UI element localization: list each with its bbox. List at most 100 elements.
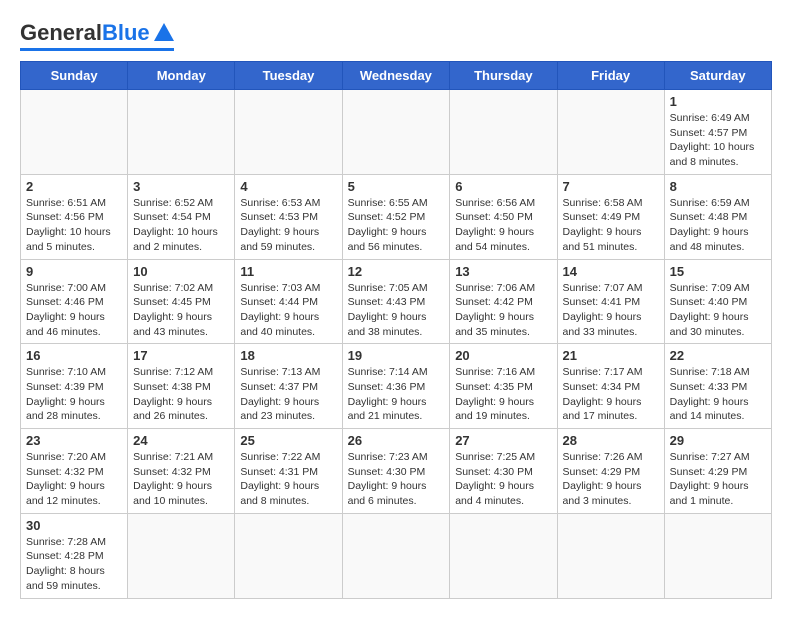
day-number: 8 [670, 179, 766, 194]
calendar-week-row: 30 Sunrise: 7:28 AM Sunset: 4:28 PM Dayli… [21, 513, 772, 598]
day-info: Sunrise: 6:59 AM Sunset: 4:48 PM Dayligh… [670, 196, 766, 255]
calendar-day-cell: 10 Sunrise: 7:02 AM Sunset: 4:45 PM Dayli… [128, 259, 235, 344]
day-number: 2 [26, 179, 122, 194]
calendar-day-cell: 15Sunrise: 7:09 AM Sunset: 4:40 PM Dayli… [664, 259, 771, 344]
calendar-day-cell: 2Sunrise: 6:51 AM Sunset: 4:56 PM Daylig… [21, 174, 128, 259]
calendar-day-cell [664, 513, 771, 598]
day-number: 24 [133, 433, 229, 448]
calendar-day-cell: 25Sunrise: 7:22 AM Sunset: 4:31 PM Dayli… [235, 429, 342, 514]
calendar-header-row: SundayMondayTuesdayWednesdayThursdayFrid… [21, 62, 772, 90]
day-info: Sunrise: 7:10 AM Sunset: 4:39 PM Dayligh… [26, 365, 122, 424]
day-info: Sunrise: 6:55 AM Sunset: 4:52 PM Dayligh… [348, 196, 445, 255]
calendar-week-row: 2Sunrise: 6:51 AM Sunset: 4:56 PM Daylig… [21, 174, 772, 259]
day-number: 1 [670, 94, 766, 109]
day-number: 18 [240, 348, 336, 363]
day-number: 28 [563, 433, 659, 448]
day-info: Sunrise: 7:02 AM Sunset: 4:45 PM Dayligh… [133, 281, 229, 340]
day-info: Sunrise: 7:09 AM Sunset: 4:40 PM Dayligh… [670, 281, 766, 340]
day-number: 12 [348, 264, 445, 279]
logo-general-text: General [20, 20, 102, 46]
calendar-day-cell: 1 Sunrise: 6:49 AM Sunset: 4:57 PM Daylig… [664, 90, 771, 175]
day-number: 17 [133, 348, 229, 363]
day-number: 30 [26, 518, 122, 533]
day-info: Sunrise: 7:06 AM Sunset: 4:42 PM Dayligh… [455, 281, 551, 340]
day-of-week-header: Thursday [450, 62, 557, 90]
calendar-day-cell: 6 Sunrise: 6:56 AM Sunset: 4:50 PM Daylig… [450, 174, 557, 259]
calendar-day-cell: 29Sunrise: 7:27 AM Sunset: 4:29 PM Dayli… [664, 429, 771, 514]
calendar-day-cell [128, 90, 235, 175]
calendar-day-cell [235, 90, 342, 175]
day-info: Sunrise: 6:53 AM Sunset: 4:53 PM Dayligh… [240, 196, 336, 255]
calendar-day-cell: 26Sunrise: 7:23 AM Sunset: 4:30 PM Dayli… [342, 429, 450, 514]
day-number: 21 [563, 348, 659, 363]
calendar-day-cell: 13Sunrise: 7:06 AM Sunset: 4:42 PM Dayli… [450, 259, 557, 344]
day-info: Sunrise: 7:12 AM Sunset: 4:38 PM Dayligh… [133, 365, 229, 424]
day-of-week-header: Tuesday [235, 62, 342, 90]
day-info: Sunrise: 7:03 AM Sunset: 4:44 PM Dayligh… [240, 281, 336, 340]
calendar-day-cell [342, 513, 450, 598]
calendar-day-cell: 7 Sunrise: 6:58 AM Sunset: 4:49 PM Daylig… [557, 174, 664, 259]
calendar-day-cell: 5 Sunrise: 6:55 AM Sunset: 4:52 PM Daylig… [342, 174, 450, 259]
day-number: 14 [563, 264, 659, 279]
calendar-day-cell: 9Sunrise: 7:00 AM Sunset: 4:46 PM Daylig… [21, 259, 128, 344]
day-number: 23 [26, 433, 122, 448]
day-number: 4 [240, 179, 336, 194]
calendar-day-cell [342, 90, 450, 175]
day-number: 19 [348, 348, 445, 363]
calendar-week-row: 1 Sunrise: 6:49 AM Sunset: 4:57 PM Daylig… [21, 90, 772, 175]
day-of-week-header: Monday [128, 62, 235, 90]
logo-blue-text: Blue [102, 20, 150, 46]
calendar-day-cell: 20Sunrise: 7:16 AM Sunset: 4:35 PM Dayli… [450, 344, 557, 429]
day-info: Sunrise: 7:27 AM Sunset: 4:29 PM Dayligh… [670, 450, 766, 509]
day-info: Sunrise: 7:21 AM Sunset: 4:32 PM Dayligh… [133, 450, 229, 509]
day-number: 27 [455, 433, 551, 448]
day-number: 22 [670, 348, 766, 363]
calendar-day-cell: 27 Sunrise: 7:25 AM Sunset: 4:30 PM Dayli… [450, 429, 557, 514]
day-info: Sunrise: 7:07 AM Sunset: 4:41 PM Dayligh… [563, 281, 659, 340]
calendar-day-cell: 23Sunrise: 7:20 AM Sunset: 4:32 PM Dayli… [21, 429, 128, 514]
logo: General Blue [20, 20, 174, 51]
day-of-week-header: Sunday [21, 62, 128, 90]
calendar-day-cell [450, 90, 557, 175]
calendar-day-cell [235, 513, 342, 598]
day-info: Sunrise: 7:14 AM Sunset: 4:36 PM Dayligh… [348, 365, 445, 424]
calendar-day-cell: 16 Sunrise: 7:10 AM Sunset: 4:39 PM Dayli… [21, 344, 128, 429]
day-info: Sunrise: 7:05 AM Sunset: 4:43 PM Dayligh… [348, 281, 445, 340]
calendar-day-cell [21, 90, 128, 175]
calendar-day-cell [557, 90, 664, 175]
day-number: 16 [26, 348, 122, 363]
day-of-week-header: Wednesday [342, 62, 450, 90]
calendar-day-cell: 11 Sunrise: 7:03 AM Sunset: 4:44 PM Dayli… [235, 259, 342, 344]
calendar-week-row: 16 Sunrise: 7:10 AM Sunset: 4:39 PM Dayli… [21, 344, 772, 429]
calendar-day-cell: 18 Sunrise: 7:13 AM Sunset: 4:37 PM Dayli… [235, 344, 342, 429]
day-info: Sunrise: 6:52 AM Sunset: 4:54 PM Dayligh… [133, 196, 229, 255]
calendar-day-cell: 19 Sunrise: 7:14 AM Sunset: 4:36 PM Dayli… [342, 344, 450, 429]
day-number: 26 [348, 433, 445, 448]
day-info: Sunrise: 7:25 AM Sunset: 4:30 PM Dayligh… [455, 450, 551, 509]
logo-underline [20, 48, 174, 51]
calendar-day-cell: 14 Sunrise: 7:07 AM Sunset: 4:41 PM Dayli… [557, 259, 664, 344]
day-info: Sunrise: 6:56 AM Sunset: 4:50 PM Dayligh… [455, 196, 551, 255]
day-number: 5 [348, 179, 445, 194]
logo-triangle-icon [154, 23, 174, 41]
calendar-day-cell [128, 513, 235, 598]
day-number: 25 [240, 433, 336, 448]
calendar-day-cell: 28Sunrise: 7:26 AM Sunset: 4:29 PM Dayli… [557, 429, 664, 514]
calendar-week-row: 9Sunrise: 7:00 AM Sunset: 4:46 PM Daylig… [21, 259, 772, 344]
day-info: Sunrise: 6:49 AM Sunset: 4:57 PM Dayligh… [670, 111, 766, 170]
calendar-day-cell: 22Sunrise: 7:18 AM Sunset: 4:33 PM Dayli… [664, 344, 771, 429]
day-number: 11 [240, 264, 336, 279]
calendar-day-cell: 12 Sunrise: 7:05 AM Sunset: 4:43 PM Dayli… [342, 259, 450, 344]
day-number: 20 [455, 348, 551, 363]
day-of-week-header: Saturday [664, 62, 771, 90]
day-info: Sunrise: 7:17 AM Sunset: 4:34 PM Dayligh… [563, 365, 659, 424]
day-number: 6 [455, 179, 551, 194]
day-number: 9 [26, 264, 122, 279]
day-info: Sunrise: 7:28 AM Sunset: 4:28 PM Dayligh… [26, 535, 122, 594]
day-number: 7 [563, 179, 659, 194]
day-info: Sunrise: 7:13 AM Sunset: 4:37 PM Dayligh… [240, 365, 336, 424]
day-number: 10 [133, 264, 229, 279]
calendar-day-cell [557, 513, 664, 598]
calendar-day-cell: 30 Sunrise: 7:28 AM Sunset: 4:28 PM Dayli… [21, 513, 128, 598]
day-info: Sunrise: 6:58 AM Sunset: 4:49 PM Dayligh… [563, 196, 659, 255]
